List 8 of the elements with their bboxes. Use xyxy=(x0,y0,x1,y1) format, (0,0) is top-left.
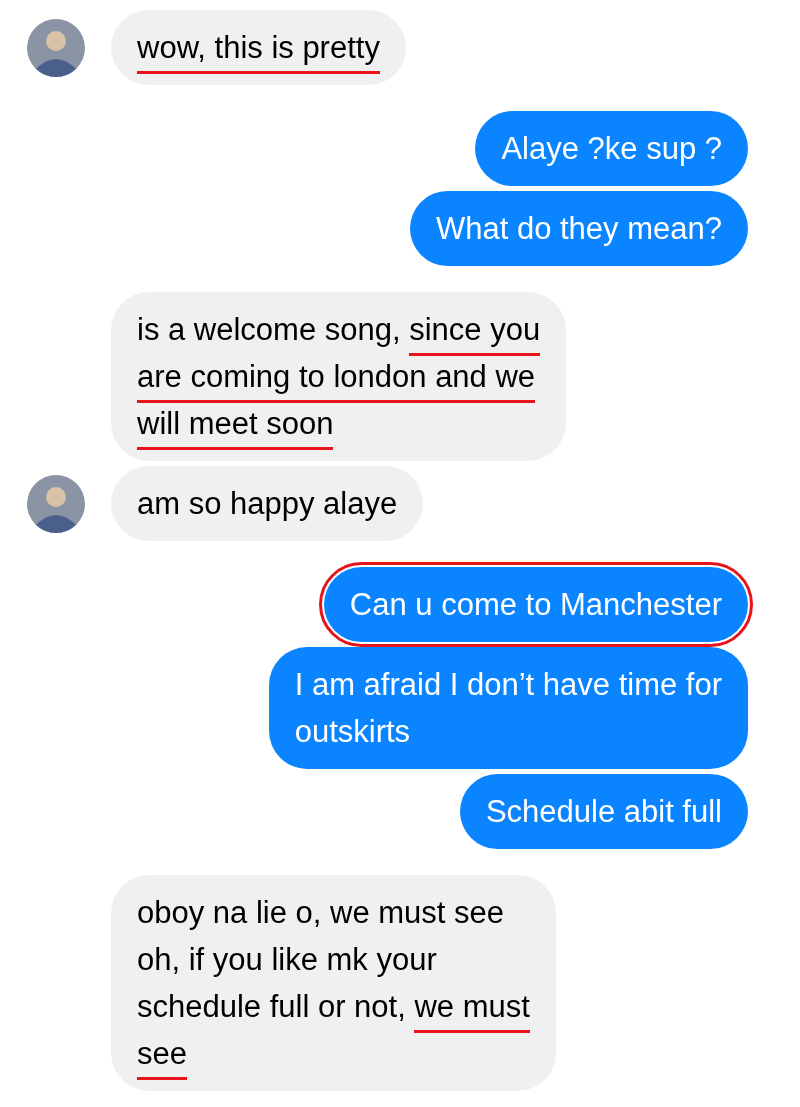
message-bubble: is a welcome song, since you are coming to london and we will meet soon xyxy=(111,292,567,461)
message-bubble: I am afraid I don’t have time for outskirts xyxy=(268,647,748,769)
message-bubble: Alaye ?ke sup ? xyxy=(475,111,748,186)
message-bubble: am so happy alaye xyxy=(111,466,424,541)
message-bubble: oboy na lie o, we must see oh, if you like mk your schedule full or not, we must see xyxy=(111,875,556,1091)
message-bubble: What do they mean? xyxy=(409,191,748,266)
message-bubble: Schedule abit full xyxy=(459,774,748,849)
message-bubble: wow, this is pretty xyxy=(111,10,406,85)
